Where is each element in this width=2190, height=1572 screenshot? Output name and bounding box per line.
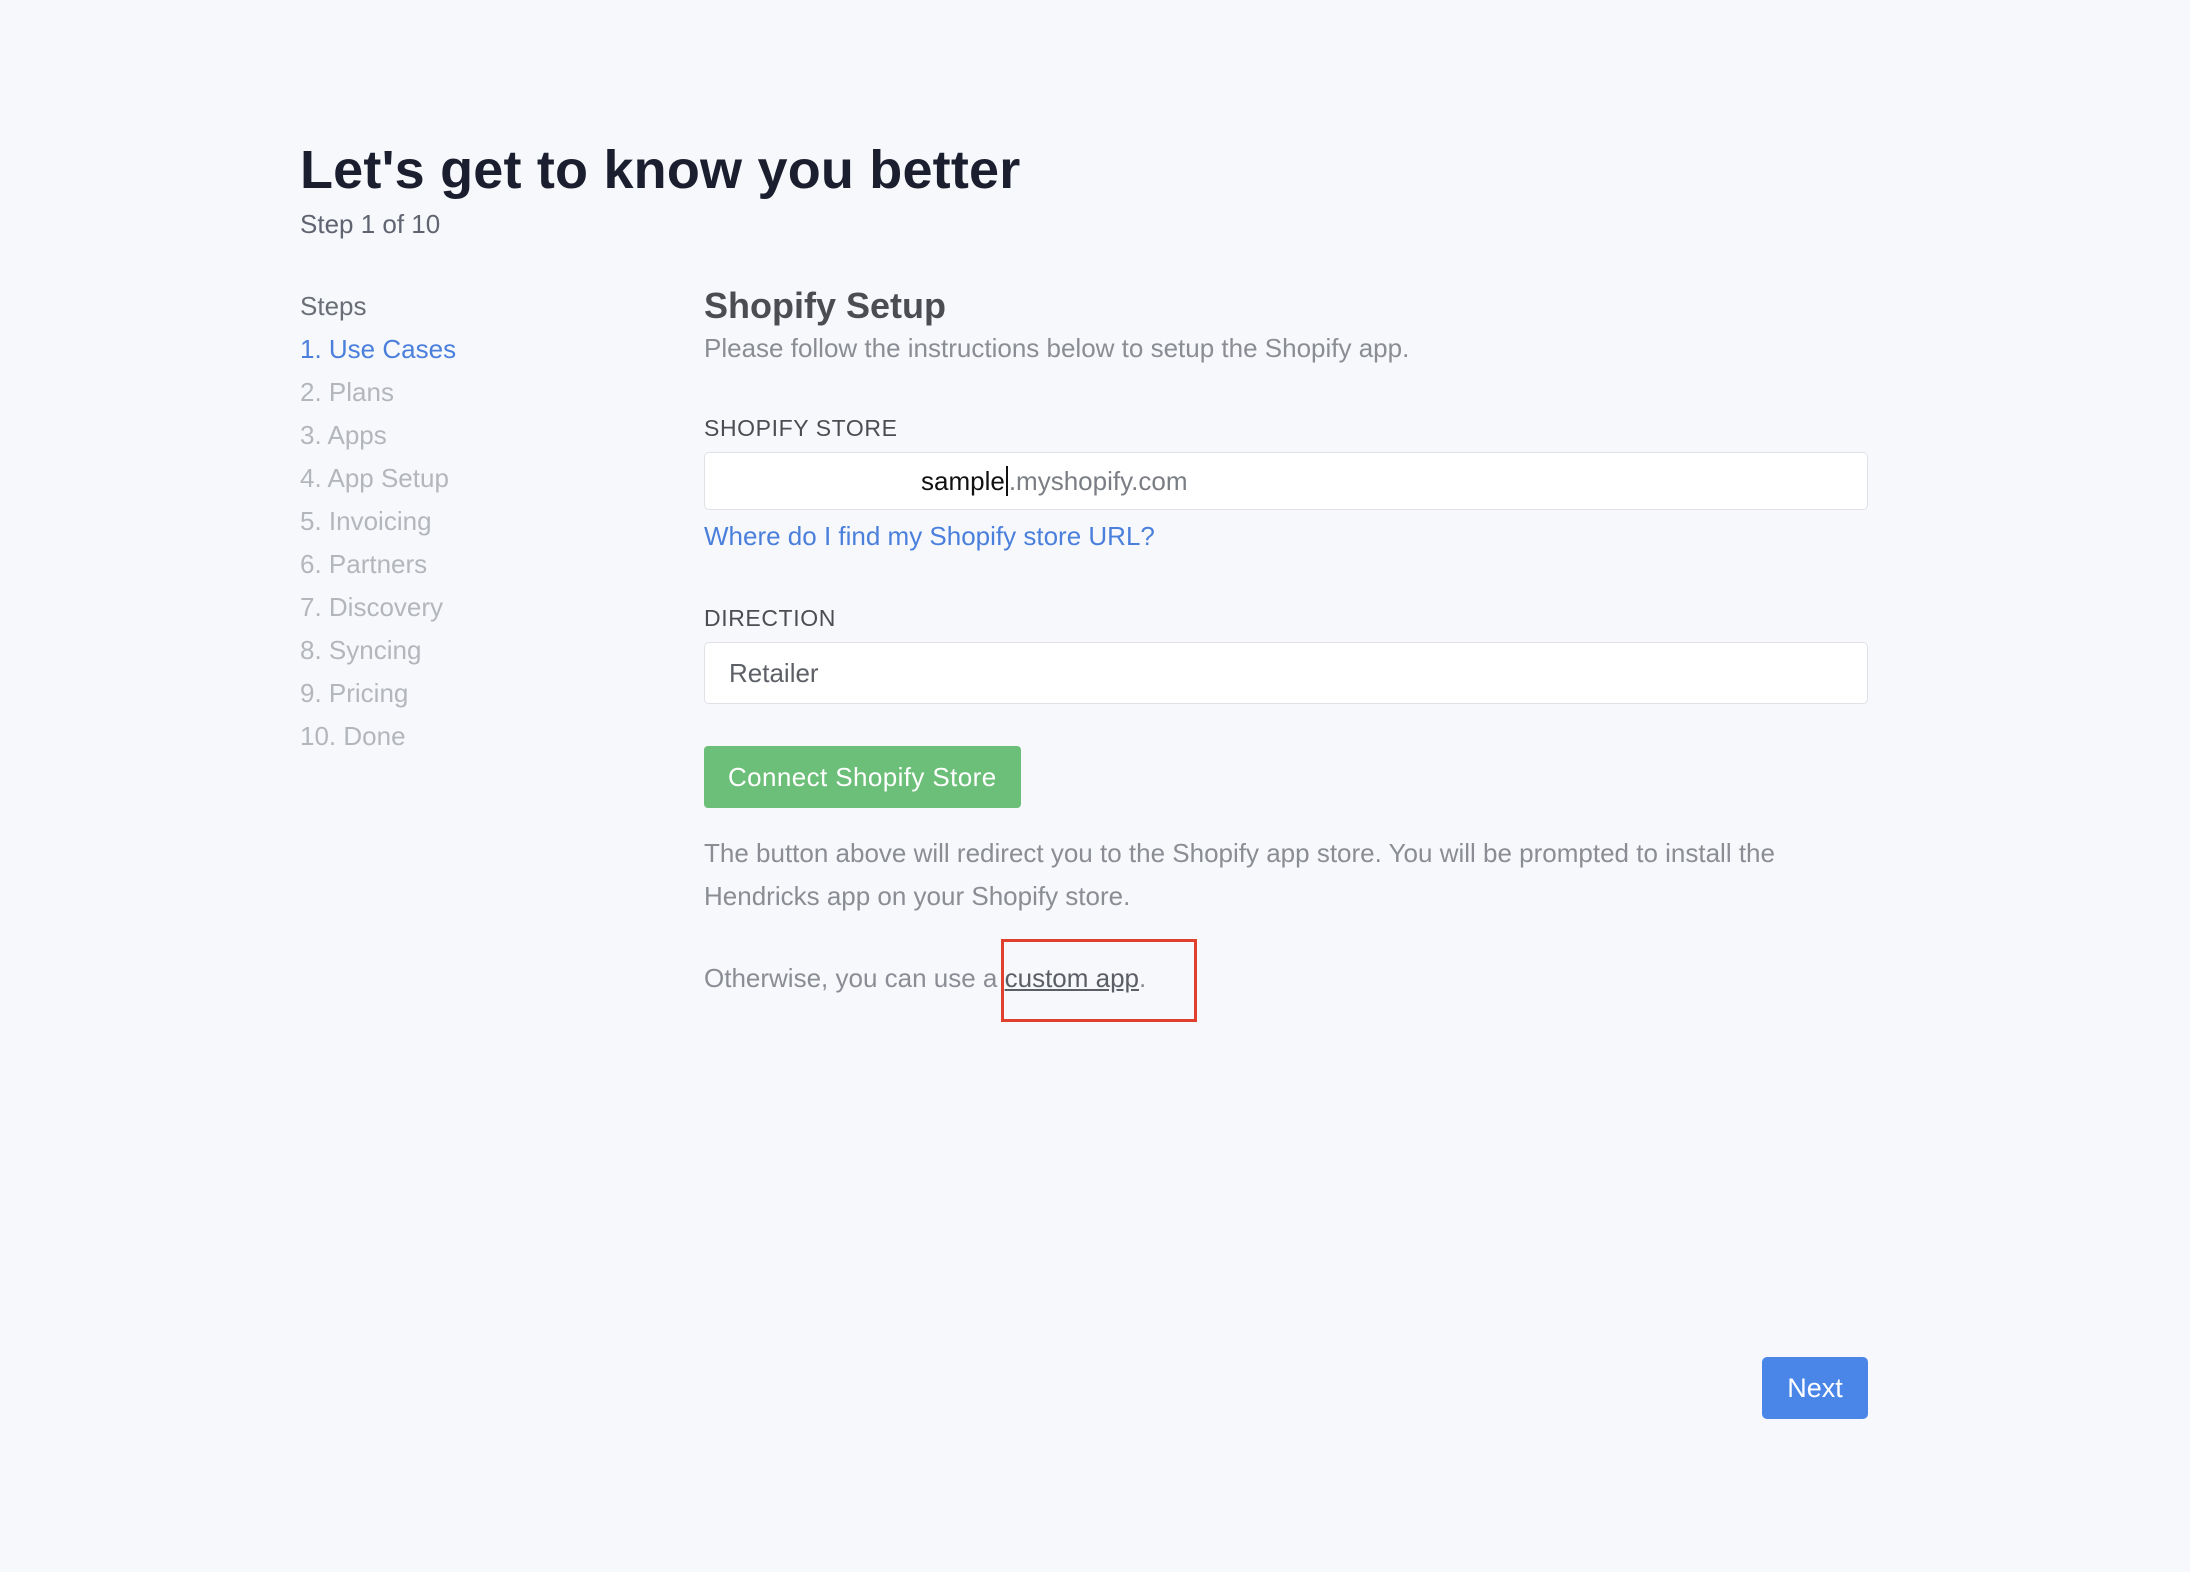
connect-shopify-store-button[interactable]: Connect Shopify Store <box>704 746 1021 808</box>
shopify-setup-panel: Shopify Setup Please follow the instruct… <box>704 284 1868 1022</box>
step-item-syncing[interactable]: 8. Syncing <box>300 634 660 677</box>
step-item-pricing[interactable]: 9. Pricing <box>300 677 660 720</box>
steps-nav: Steps 1. Use Cases 2. Plans 3. Apps 4. A… <box>300 290 660 763</box>
step-item-invoicing[interactable]: 5. Invoicing <box>300 505 660 548</box>
step-item-discovery[interactable]: 7. Discovery <box>300 591 660 634</box>
shopify-store-input[interactable]: sample .myshopify.com <box>704 452 1868 510</box>
step-item-done[interactable]: 10. Done <box>300 720 660 763</box>
store-domain-suffix: .myshopify.com <box>1008 465 1188 496</box>
step-item-apps[interactable]: 3. Apps <box>300 419 660 462</box>
custom-app-note: Otherwise, you can use a custom app. <box>704 939 1868 1022</box>
page-header: Let's get to know you better Step 1 of 1… <box>300 138 1021 240</box>
step-item-app-setup[interactable]: 4. App Setup <box>300 462 660 505</box>
custom-app-link[interactable]: custom app <box>1005 963 1139 993</box>
store-url-help-link[interactable]: Where do I find my Shopify store URL? <box>704 520 1155 552</box>
shopify-store-label: SHOPIFY STORE <box>704 415 898 441</box>
step-item-partners[interactable]: 6. Partners <box>300 548 660 591</box>
direction-selected-value: Retailer <box>729 657 819 688</box>
direction-label: DIRECTION <box>704 605 836 631</box>
step-counter: Step 1 of 10 <box>300 209 441 239</box>
section-title: Shopify Setup <box>704 285 946 326</box>
step-item-plans[interactable]: 2. Plans <box>300 376 660 419</box>
redirect-note: The button above will redirect you to th… <box>704 838 1775 911</box>
next-button[interactable]: Next <box>1762 1357 1868 1419</box>
direction-select[interactable]: Retailer <box>704 642 1868 704</box>
steps-heading: Steps <box>300 291 367 321</box>
custom-app-note-suffix: . <box>1139 963 1147 993</box>
text-caret <box>1005 466 1008 496</box>
custom-app-note-prefix: Otherwise, you can use a <box>704 963 1005 993</box>
store-input-value: sample <box>921 465 1005 496</box>
page-title: Let's get to know you better <box>300 140 1021 200</box>
step-item-use-cases[interactable]: 1. Use Cases <box>300 333 660 376</box>
section-description: Please follow the instructions below to … <box>704 333 1410 363</box>
